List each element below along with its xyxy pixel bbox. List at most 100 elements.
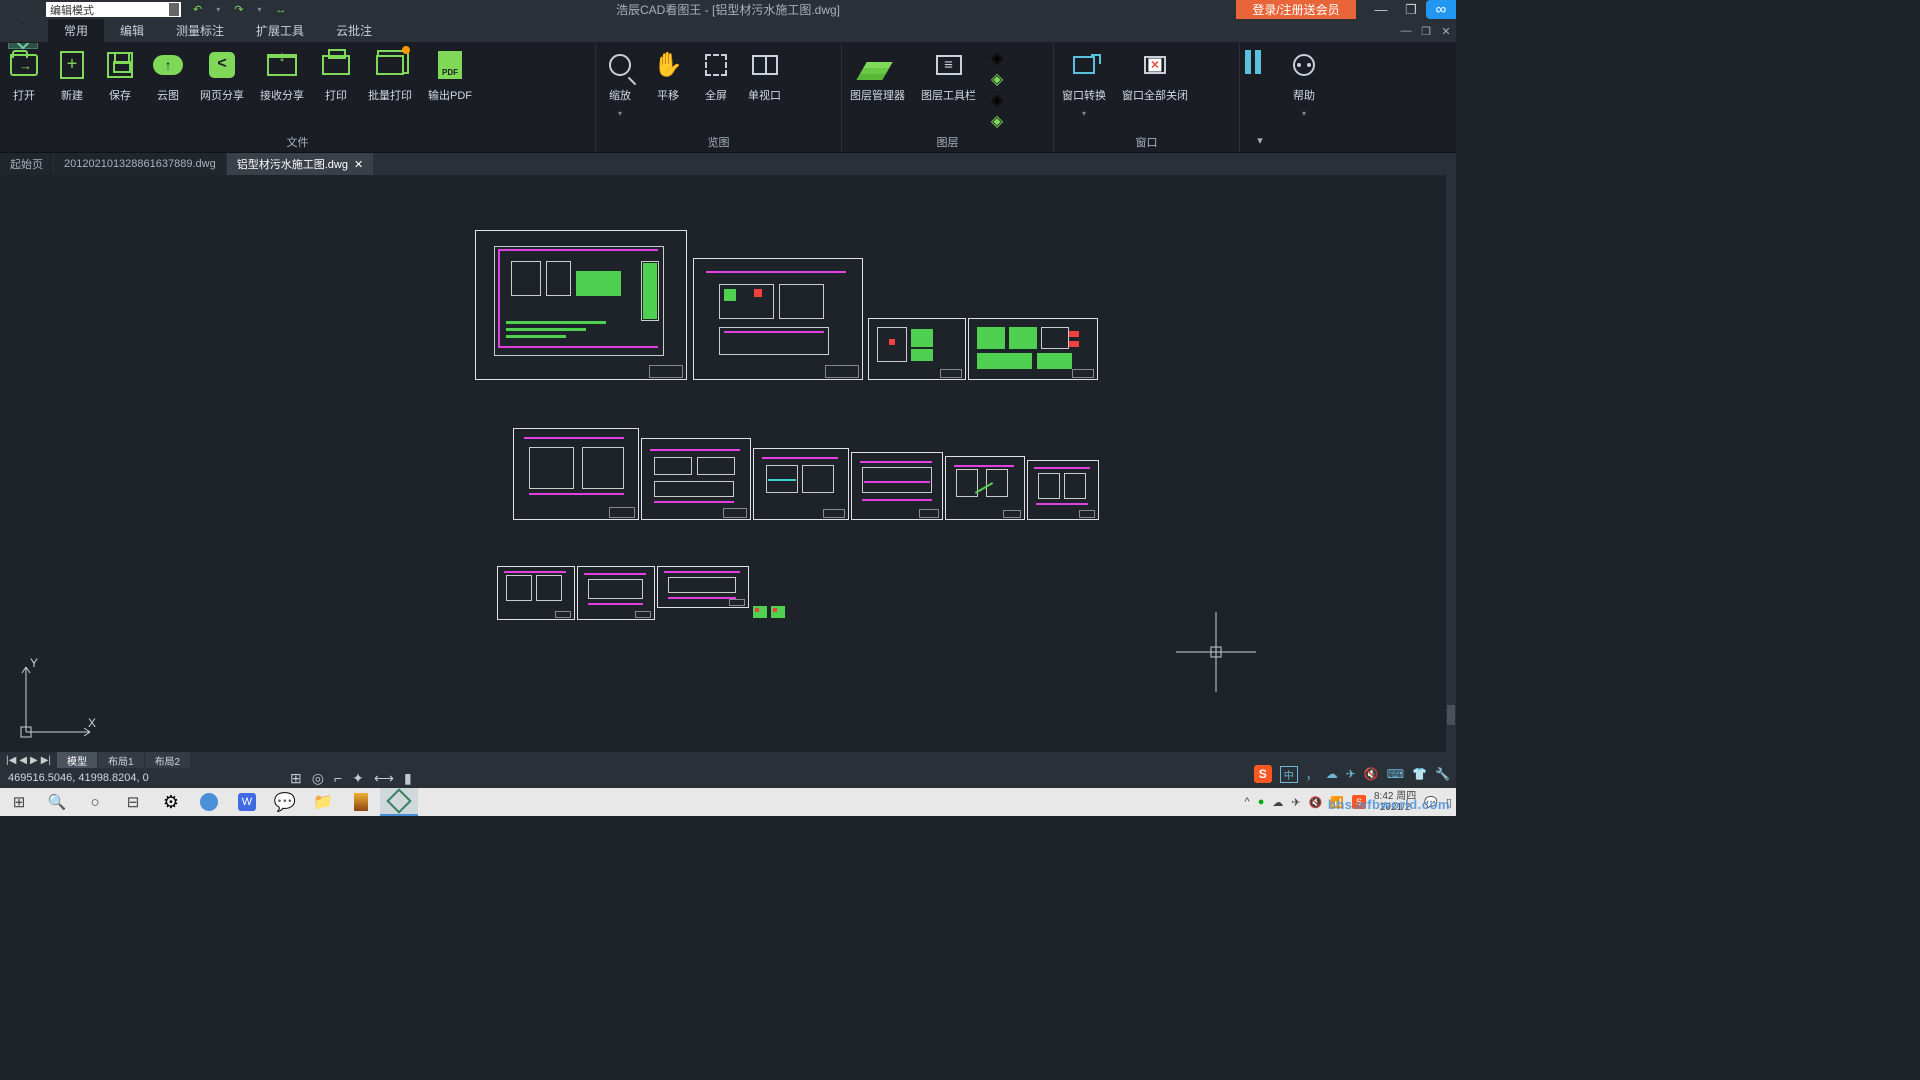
single-viewport-button[interactable]: 单视口 — [740, 49, 789, 103]
brush-icon[interactable]: ↔ — [275, 4, 286, 16]
otrack-icon[interactable]: ⟷ — [374, 770, 394, 787]
help-button[interactable]: 帮助▾ — [1280, 49, 1328, 118]
windows-taskbar: ⊞ 🔍 ○ ⊟ ⚙ W 💬 📁 ^ ● ☁ ✈ 🔇 📶 S 8:42 周四 20… — [0, 788, 1456, 816]
new-button[interactable]: 新建 — [48, 49, 96, 103]
open-button[interactable]: 打开 — [0, 49, 48, 103]
window-close-all-button[interactable]: 窗口全部关闭 — [1114, 49, 1196, 103]
doc-restore-icon[interactable]: ❐ — [1416, 19, 1436, 43]
doc-tab-start[interactable]: 起始页 — [0, 153, 53, 175]
taskview-icon[interactable]: ⊟ — [114, 788, 152, 816]
tray-onedrive-icon[interactable]: ☁ — [1272, 796, 1283, 809]
ime-punct-icon[interactable]: ， — [1306, 766, 1318, 783]
ime-cloud-icon[interactable]: ☁ — [1326, 767, 1338, 781]
grid-snap-icon[interactable]: ⊞ — [290, 770, 302, 787]
polar-icon[interactable]: ⌐ — [334, 770, 342, 787]
ime-mute-icon[interactable]: 🔇 — [1364, 767, 1379, 781]
taskbar-app-cad[interactable] — [380, 788, 418, 816]
tab-cloud[interactable]: 云批注 — [320, 19, 388, 42]
pause-icon[interactable] — [1244, 53, 1262, 71]
group-label-view: 览图 — [596, 134, 841, 152]
ribbon: 打开 新建 保存 云图 网页分享 接收分享 打印 批量打印 输出PDF 文件 缩… — [0, 43, 1456, 153]
sogou-icon[interactable]: S — [1254, 765, 1272, 783]
ime-bar: S 中 ， ☁ ✈ 🔇 ⌨ 👕 🔧 — [1254, 760, 1456, 788]
tab-extend[interactable]: 扩展工具 — [240, 19, 320, 42]
first-icon[interactable]: |◀ — [6, 755, 16, 766]
doc-tab-file2[interactable]: 铝型材污水施工图.dwg✕ — [227, 153, 373, 175]
tray-security-icon[interactable]: ● — [1258, 796, 1265, 808]
start-icon[interactable]: ⊞ — [0, 788, 38, 816]
layout-tab-2[interactable]: 布局2 — [145, 752, 191, 768]
doc-minimize-icon[interactable]: — — [1396, 19, 1416, 43]
last-icon[interactable]: ▶| — [41, 755, 51, 766]
tab-edit[interactable]: 编辑 — [104, 19, 160, 42]
receive-share-button[interactable]: 接收分享 — [252, 49, 312, 103]
restore-icon[interactable]: ❐ — [1396, 0, 1426, 19]
group-label-layer: 图层 — [842, 134, 1053, 152]
layout-tabs: |◀ ◀ ▶ ▶| 模型 布局1 布局2 — [0, 752, 1456, 768]
next-icon[interactable]: ▶ — [30, 755, 38, 766]
title-bar: 编辑模式 ↶▾ ↷▾ ↔ 浩辰CAD看图王 - [铝型材污水施工图.dwg] 登… — [0, 0, 1456, 19]
layer-item-icon[interactable]: ◈ — [988, 91, 1006, 109]
minimize-icon[interactable]: — — [1366, 0, 1396, 19]
layer-item-icon[interactable]: ◈ — [988, 49, 1006, 67]
document-tabs: 起始页 201202101328861637889.dwg 铝型材污水施工图.d… — [0, 153, 1456, 175]
drawing-canvas[interactable]: Y X — [0, 175, 1456, 752]
undo-icon[interactable]: ↶ — [193, 3, 202, 16]
crosshair-cursor — [1176, 612, 1256, 692]
taskbar-app-wechat[interactable]: 💬 — [266, 788, 304, 816]
export-pdf-button[interactable]: 输出PDF — [420, 49, 480, 103]
layer-stack: ◈ ◈ ◈ ◈ — [984, 49, 1010, 130]
mode-dropdown[interactable]: 编辑模式 — [46, 2, 181, 17]
ime-lang[interactable]: 中 — [1280, 766, 1298, 783]
link-icon[interactable]: ∞ — [1426, 0, 1456, 19]
ime-tool-icon[interactable]: 🔧 — [1435, 767, 1450, 781]
layer-item-icon[interactable]: ◈ — [988, 70, 1006, 88]
pan-button[interactable]: 平移 — [644, 49, 692, 103]
vertical-scrollbar[interactable] — [1446, 175, 1456, 752]
tab-measure[interactable]: 测量标注 — [160, 19, 240, 42]
window-controls: — ❐ ∞ — [1366, 0, 1456, 19]
osnap-icon[interactable]: ✦ — [352, 770, 364, 787]
group-label-file: 文件 — [0, 134, 595, 152]
ime-keyboard-icon[interactable]: ⌨ — [1387, 767, 1404, 781]
group-label-window: 窗口 — [1054, 134, 1239, 152]
taskbar-app-browser[interactable] — [190, 788, 228, 816]
cloud-button[interactable]: 云图 — [144, 49, 192, 103]
save-button[interactable]: 保存 — [96, 49, 144, 103]
close-tab-icon[interactable]: ✕ — [354, 158, 363, 171]
layer-item-icon[interactable]: ◈ — [988, 112, 1006, 130]
layer-toolbar-button[interactable]: 图层工具栏 — [913, 49, 984, 103]
ime-plane-icon[interactable]: ✈ — [1346, 767, 1356, 781]
redo-icon[interactable]: ↷ — [234, 3, 243, 16]
coordinates-readout: 469516.5046, 41998.8204, 0 — [0, 772, 149, 784]
layout-tab-1[interactable]: 布局1 — [98, 752, 144, 768]
lineweight-icon[interactable]: ▮ — [404, 770, 412, 787]
doc-close-icon[interactable]: ✕ — [1436, 19, 1456, 43]
taskbar-app-explorer[interactable]: 📁 — [304, 788, 342, 816]
cortana-icon[interactable]: ○ — [76, 788, 114, 816]
ime-skin-icon[interactable]: 👕 — [1412, 767, 1427, 781]
dropdown-icon[interactable]: ▾ — [216, 5, 220, 14]
web-share-button[interactable]: 网页分享 — [192, 49, 252, 103]
window-switch-button[interactable]: 窗口转换▾ — [1054, 49, 1114, 118]
batch-print-button[interactable]: 批量打印 — [360, 49, 420, 103]
status-bar: 469516.5046, 41998.8204, 0 ⊞ ◎ ⌐ ✦ ⟷ ▮ S… — [0, 768, 1456, 788]
dropdown-icon[interactable]: ▾ — [257, 5, 261, 14]
login-button[interactable]: 登录/注册送会员 — [1236, 0, 1356, 19]
tray-volume-icon[interactable]: 🔇 — [1309, 796, 1323, 809]
taskbar-app-obs[interactable]: ⚙ — [152, 788, 190, 816]
search-icon[interactable]: 🔍 — [38, 788, 76, 816]
prev-icon[interactable]: ◀ — [19, 755, 27, 766]
taskbar-app-misc[interactable] — [342, 788, 380, 816]
layer-manager-button[interactable]: 图层管理器 — [842, 49, 913, 103]
tab-common[interactable]: 常用 — [48, 19, 104, 42]
print-button[interactable]: 打印 — [312, 49, 360, 103]
tray-chevron-icon[interactable]: ^ — [1245, 796, 1250, 808]
ortho-icon[interactable]: ◎ — [312, 770, 324, 787]
zoom-button[interactable]: 缩放▾ — [596, 49, 644, 118]
doc-tab-file1[interactable]: 201202101328861637889.dwg — [54, 153, 226, 175]
fullscreen-button[interactable]: 全屏 — [692, 49, 740, 103]
layout-tab-model[interactable]: 模型 — [57, 752, 97, 768]
taskbar-app-wps[interactable]: W — [228, 788, 266, 816]
tray-plane-icon[interactable]: ✈ — [1291, 796, 1300, 809]
